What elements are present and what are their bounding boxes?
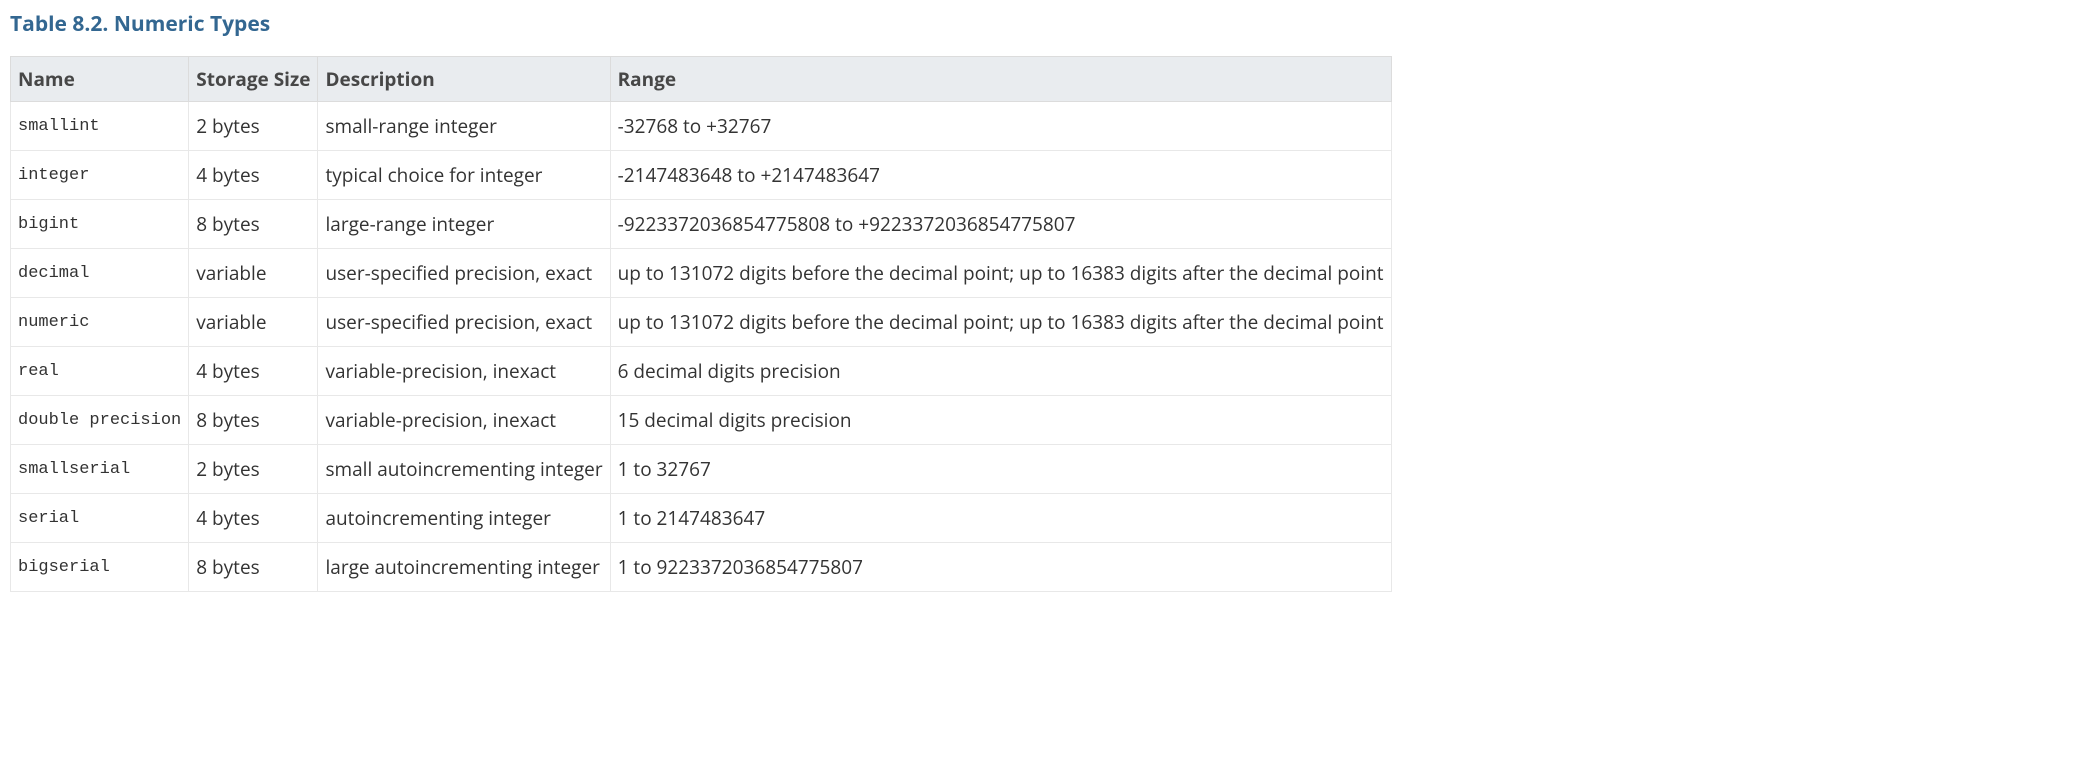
cell-name: bigint	[11, 200, 189, 249]
cell-storage: variable	[189, 249, 318, 298]
cell-name: bigserial	[11, 543, 189, 592]
table-row: decimal variable user-specified precisio…	[11, 249, 1392, 298]
cell-storage: 4 bytes	[189, 151, 318, 200]
cell-name: double precision	[11, 396, 189, 445]
cell-description: user-specified precision, exact	[318, 298, 610, 347]
cell-storage: 8 bytes	[189, 543, 318, 592]
col-name: Name	[11, 57, 189, 102]
cell-description: variable-precision, inexact	[318, 347, 610, 396]
cell-name: integer	[11, 151, 189, 200]
cell-description: user-specified precision, exact	[318, 249, 610, 298]
table-row: integer 4 bytes typical choice for integ…	[11, 151, 1392, 200]
table-row: numeric variable user-specified precisio…	[11, 298, 1392, 347]
cell-description: autoincrementing integer	[318, 494, 610, 543]
cell-range: 15 decimal digits precision	[610, 396, 1391, 445]
cell-description: small autoincrementing integer	[318, 445, 610, 494]
cell-name: smallint	[11, 102, 189, 151]
table-title: Table 8.2. Numeric Types	[10, 10, 2066, 38]
cell-storage: 4 bytes	[189, 347, 318, 396]
cell-description: large-range integer	[318, 200, 610, 249]
cell-description: typical choice for integer	[318, 151, 610, 200]
table-row: double precision 8 bytes variable-precis…	[11, 396, 1392, 445]
table-row: serial 4 bytes autoincrementing integer …	[11, 494, 1392, 543]
cell-range: -2147483648 to +2147483647	[610, 151, 1391, 200]
col-storage: Storage Size	[189, 57, 318, 102]
cell-storage: 8 bytes	[189, 200, 318, 249]
cell-range: 6 decimal digits precision	[610, 347, 1391, 396]
cell-description: small-range integer	[318, 102, 610, 151]
cell-storage: 8 bytes	[189, 396, 318, 445]
table-row: smallint 2 bytes small-range integer -32…	[11, 102, 1392, 151]
numeric-types-table: Name Storage Size Description Range smal…	[10, 56, 1392, 592]
cell-description: large autoincrementing integer	[318, 543, 610, 592]
table-header-row: Name Storage Size Description Range	[11, 57, 1392, 102]
cell-range: 1 to 9223372036854775807	[610, 543, 1391, 592]
cell-range: -9223372036854775808 to +922337203685477…	[610, 200, 1391, 249]
cell-storage: variable	[189, 298, 318, 347]
cell-name: real	[11, 347, 189, 396]
table-row: smallserial 2 bytes small autoincrementi…	[11, 445, 1392, 494]
cell-range: up to 131072 digits before the decimal p…	[610, 298, 1391, 347]
col-range: Range	[610, 57, 1391, 102]
cell-storage: 4 bytes	[189, 494, 318, 543]
cell-name: serial	[11, 494, 189, 543]
table-row: bigserial 8 bytes large autoincrementing…	[11, 543, 1392, 592]
col-description: Description	[318, 57, 610, 102]
cell-name: decimal	[11, 249, 189, 298]
cell-name: numeric	[11, 298, 189, 347]
cell-range: 1 to 32767	[610, 445, 1391, 494]
cell-range: up to 131072 digits before the decimal p…	[610, 249, 1391, 298]
cell-range: -32768 to +32767	[610, 102, 1391, 151]
cell-storage: 2 bytes	[189, 102, 318, 151]
cell-range: 1 to 2147483647	[610, 494, 1391, 543]
cell-description: variable-precision, inexact	[318, 396, 610, 445]
cell-storage: 2 bytes	[189, 445, 318, 494]
table-row: real 4 bytes variable-precision, inexact…	[11, 347, 1392, 396]
cell-name: smallserial	[11, 445, 189, 494]
table-row: bigint 8 bytes large-range integer -9223…	[11, 200, 1392, 249]
